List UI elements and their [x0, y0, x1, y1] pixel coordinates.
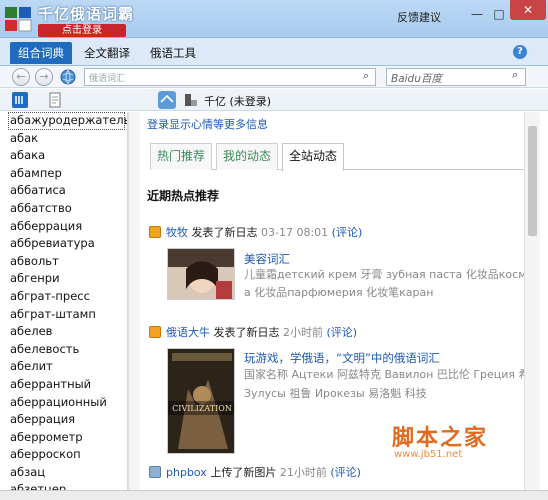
- post-comment-link[interactable]: (评论): [330, 466, 361, 479]
- watermark-url: www.jb51.net: [394, 449, 463, 460]
- word-search-input[interactable]: 俄语词汇: [84, 68, 376, 86]
- tab-hot[interactable]: 热门推荐: [150, 143, 213, 170]
- post-comment-link[interactable]: (评论): [332, 226, 363, 239]
- search-icon[interactable]: ⌕: [356, 69, 376, 83]
- left-panel-header: [0, 89, 140, 111]
- word-list-item[interactable]: аберроскоп: [0, 446, 127, 464]
- post-user[interactable]: phpbox: [166, 466, 207, 479]
- menu-combined-dictionary[interactable]: 组合词典: [10, 42, 72, 64]
- thumb-caption: CIVILIZATION: [172, 404, 232, 413]
- search-placeholder: 俄语词汇: [89, 74, 126, 84]
- word-list[interactable]: абажуродержатель абак абака абампер аббатиса…: [0, 112, 128, 490]
- feed-tabs: 热门推荐 我的动态 全站动态: [150, 142, 524, 171]
- bottom-scrollbar[interactable]: [0, 490, 548, 500]
- right-panel-header: 千亿 (未登录): [140, 89, 548, 111]
- post-header: 俄语大牛 发表了新日志 2小时前 (评论): [166, 324, 357, 340]
- word-list-item[interactable]: абзац: [0, 464, 127, 482]
- word-list-item[interactable]: абберрация: [0, 218, 127, 236]
- word-list-item[interactable]: абампер: [0, 165, 127, 183]
- back-button[interactable]: ←: [12, 68, 30, 86]
- post-time: 21小时前: [279, 466, 327, 479]
- baidu-search-icon[interactable]: ⌕: [512, 68, 518, 82]
- post-comment-link[interactable]: (评论): [327, 326, 358, 339]
- word-list-item[interactable]: аббатство: [0, 200, 127, 218]
- section-title: 近期热点推荐: [147, 189, 220, 203]
- dictionary-book-icon[interactable]: [12, 92, 28, 108]
- toolbar: ← → 俄语词汇 ⌕ Baidu百度: [0, 66, 548, 88]
- image-upload-icon: [149, 466, 161, 478]
- word-list-item[interactable]: абгенри: [0, 270, 127, 288]
- menu-russian-tools[interactable]: 俄语工具: [142, 42, 204, 64]
- post-user[interactable]: 俄语大牛: [166, 326, 210, 339]
- post-excerpt-line-2: а 化妆品парфюмерия 化妆笔каран: [244, 286, 434, 299]
- help-icon[interactable]: ?: [513, 45, 527, 59]
- left-scrollbar[interactable]: [128, 112, 140, 490]
- word-list-item[interactable]: аберрация: [0, 411, 127, 429]
- menu-full-translation[interactable]: 全文翻译: [76, 42, 138, 64]
- baidu-search-input[interactable]: Baidu百度: [386, 68, 526, 86]
- feedback-link[interactable]: 反馈建议: [397, 9, 441, 25]
- tab-my-activity[interactable]: 我的动态: [216, 143, 279, 170]
- post-thumbnail[interactable]: [167, 248, 235, 300]
- post-title[interactable]: 玩游戏，学俄语，“文明”中的俄语词汇: [244, 350, 440, 366]
- watermark-text: 脚本之家: [392, 425, 489, 451]
- word-list-item[interactable]: аберрометр: [0, 429, 127, 447]
- blog-post-icon: [149, 326, 161, 338]
- word-list-item[interactable]: абзетцер: [0, 481, 127, 490]
- word-list-item[interactable]: абвольт: [0, 253, 127, 271]
- post-action: 上传了新图片: [210, 466, 277, 479]
- scrollbar-thumb[interactable]: [528, 126, 537, 236]
- post-excerpt-line-1: 儿童霜детский крем 牙膏 зубная паста 化妆品косме…: [244, 268, 524, 281]
- login-button[interactable]: 点击登录: [38, 24, 126, 37]
- post-user[interactable]: 牧牧: [166, 226, 188, 239]
- home-icon[interactable]: [158, 91, 176, 109]
- tab-site-activity[interactable]: 全站动态: [282, 143, 345, 171]
- word-list-item[interactable]: абелев: [0, 323, 127, 341]
- user-icon: [185, 94, 197, 106]
- post-header: phpbox 上传了新图片 21小时前 (评论): [166, 464, 361, 480]
- globe-icon[interactable]: [60, 69, 76, 85]
- forward-button[interactable]: →: [35, 68, 53, 86]
- post-action: 发表了新日志: [213, 326, 280, 339]
- user-status: 千亿 (未登录): [204, 95, 272, 108]
- notebook-icon[interactable]: [48, 92, 62, 108]
- minimize-button[interactable]: —: [466, 6, 488, 22]
- baidu-placeholder: Baidu百度: [391, 73, 442, 85]
- word-list-item[interactable]: абака: [0, 147, 127, 165]
- word-list-item[interactable]: абелит: [0, 358, 127, 376]
- post-time: 03-17 08:01: [261, 226, 329, 239]
- word-list-item[interactable]: абграт-пресс: [0, 288, 127, 306]
- post-excerpt-line-1: 国家名称 Ацтеки 阿兹特克 Вавилон 巴比伦 Греция 希腊: [244, 368, 524, 381]
- site-watermark: 脚本之家 www.jb51.net: [392, 420, 512, 466]
- word-list-item[interactable]: абелевость: [0, 341, 127, 359]
- word-list-item[interactable]: абажуродержатель: [8, 112, 127, 130]
- word-list-item[interactable]: аберрационный: [0, 394, 127, 412]
- post-excerpt-line-2: Зулусы 祖鲁 Ирокезы 易洛魁 科技: [244, 387, 427, 400]
- post-header: 牧牧 发表了新日志 03-17 08:01 (评论): [166, 224, 362, 240]
- word-list-item[interactable]: абак: [0, 130, 127, 148]
- right-scrollbar[interactable]: [524, 112, 540, 490]
- game-cover-thumbnail[interactable]: CIVILIZATION: [167, 348, 235, 454]
- menu-bar: 组合词典 全文翻译 俄语工具: [0, 38, 548, 66]
- post-action: 发表了新日志: [191, 226, 258, 239]
- close-button[interactable]: ✕: [510, 0, 546, 20]
- post-time: 2小时前: [283, 326, 323, 339]
- app-logo-icon: [5, 7, 32, 32]
- word-list-item[interactable]: аббревиатура: [0, 235, 127, 253]
- word-list-item[interactable]: аберрантный: [0, 376, 127, 394]
- blog-post-icon: [149, 226, 161, 238]
- maximize-button[interactable]: □: [488, 6, 510, 22]
- word-list-item[interactable]: аббатиса: [0, 182, 127, 200]
- post-title[interactable]: 美容词汇: [244, 251, 290, 267]
- login-more-info-link[interactable]: 登录显示心情等更多信息: [147, 116, 268, 132]
- title-bar: 千亿俄语词霸 点击登录 反馈建议 — □ ✕: [0, 0, 548, 38]
- app-title: 千亿俄语词霸: [38, 5, 135, 23]
- word-list-item[interactable]: абграт-штамп: [0, 306, 127, 324]
